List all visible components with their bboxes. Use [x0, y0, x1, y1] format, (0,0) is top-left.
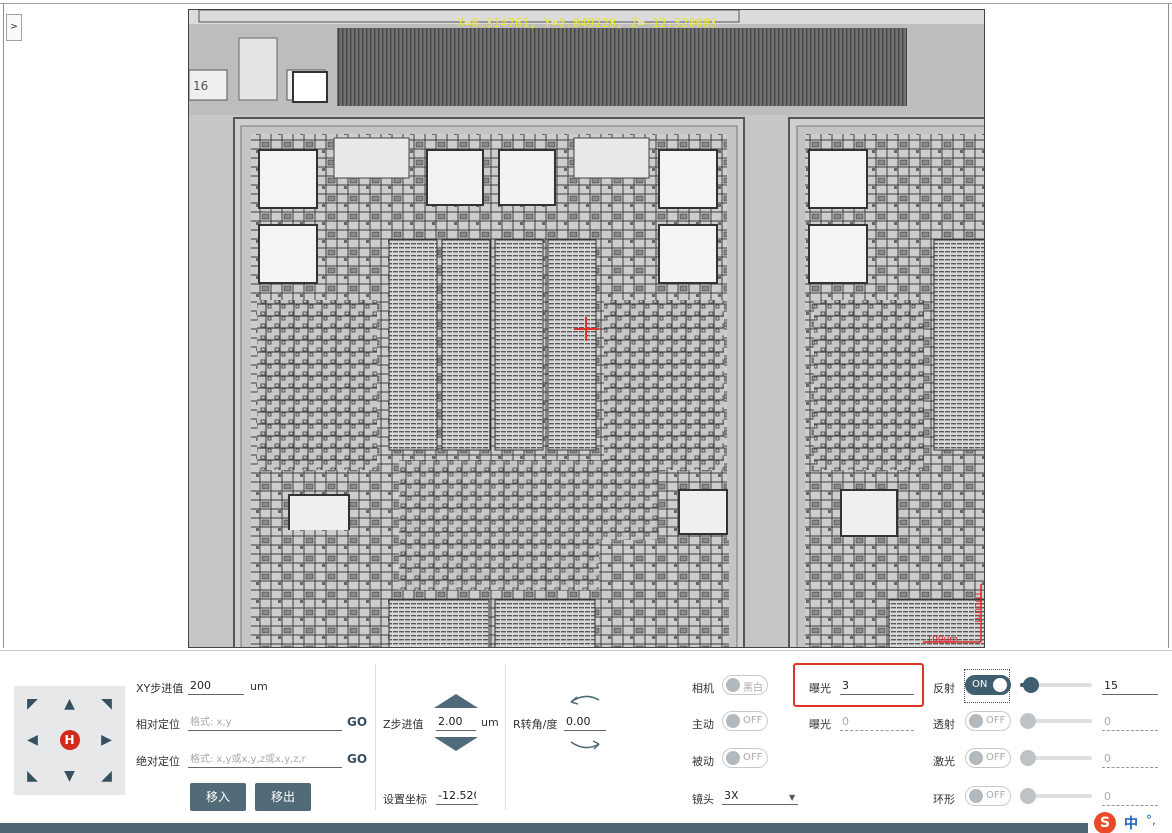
z-up-icon[interactable]	[434, 694, 478, 708]
move-down-right-icon[interactable]: ◢	[88, 758, 125, 794]
home-button[interactable]: H	[51, 722, 88, 758]
move-left-icon[interactable]: ◀	[14, 722, 51, 758]
set-coordinate-label: 设置坐标	[383, 793, 427, 806]
expand-panel-button[interactable]: >	[6, 14, 22, 41]
move-up-left-icon[interactable]: ◤	[14, 686, 51, 722]
camera-mode-text: 黑白	[743, 683, 763, 694]
move-down-icon[interactable]: ▼	[51, 758, 88, 794]
reflect-slider[interactable]	[1020, 677, 1092, 693]
ime-mode: 中	[1124, 816, 1138, 832]
lens-select[interactable]: 3X	[722, 787, 798, 805]
laser-slider[interactable]	[1020, 750, 1092, 766]
reflect-label: 反射	[933, 682, 955, 695]
xy-step-input[interactable]	[188, 677, 244, 695]
laser-label: 激光	[933, 755, 955, 768]
exposure-input-2[interactable]	[840, 713, 914, 731]
window-top-border	[0, 0, 1172, 4]
reflect-toggle[interactable]: ON	[965, 675, 1011, 695]
exposure-input[interactable]	[840, 677, 914, 695]
z-step-unit: um	[481, 716, 499, 729]
ring-toggle[interactable]: OFF	[965, 786, 1011, 806]
move-up-right-icon[interactable]: ◥	[88, 686, 125, 722]
rotate-cw-icon[interactable]	[567, 738, 603, 754]
z-step-label: Z步进值	[383, 718, 424, 731]
relative-go-button[interactable]: GO	[347, 715, 367, 729]
active-toggle-text: OFF	[743, 715, 763, 726]
transmit-toggle-text: OFF	[986, 715, 1006, 726]
xy-step-label: XY步进值	[136, 682, 184, 695]
rotate-ccw-icon[interactable]	[567, 692, 603, 708]
divider-1	[375, 664, 376, 810]
move-in-button[interactable]: 移入	[190, 783, 246, 811]
window-left-border	[3, 4, 4, 648]
absolute-go-button[interactable]: GO	[347, 752, 367, 766]
chip-image: 17 16	[189, 10, 984, 647]
move-up-icon[interactable]: ▲	[51, 686, 88, 722]
direction-pad: ◤ ▲ ◥ ◀ H ▶ ◣ ▼ ◢	[14, 686, 125, 795]
exposure-label: 曝光	[809, 682, 831, 695]
set-coordinate-input[interactable]	[436, 787, 478, 805]
move-down-left-icon[interactable]: ◣	[14, 758, 51, 794]
laser-value-input[interactable]	[1102, 750, 1158, 768]
move-right-icon[interactable]: ▶	[88, 722, 125, 758]
r-angle-label: R转角/度	[513, 718, 558, 731]
transmit-label: 透射	[933, 718, 955, 731]
z-step-input[interactable]	[436, 713, 476, 731]
active-label: 主动	[692, 718, 714, 731]
ring-label: 环形	[933, 793, 955, 806]
chip-label-16: 16	[193, 79, 208, 93]
laser-toggle[interactable]: OFF	[965, 748, 1011, 768]
home-icon: H	[59, 730, 80, 750]
ime-indicator[interactable]: S 中 °,	[1088, 810, 1172, 833]
microscope-view[interactable]: 17 16	[188, 9, 985, 648]
transmit-slider[interactable]	[1020, 713, 1092, 729]
absolute-position-label: 绝对定位	[136, 755, 180, 768]
ime-logo-icon: S	[1094, 812, 1116, 833]
active-toggle[interactable]: OFF	[722, 711, 768, 731]
lens-label: 镜头	[692, 793, 714, 806]
xy-step-unit: um	[250, 680, 268, 693]
transmit-value-input[interactable]	[1102, 713, 1158, 731]
status-bar	[0, 823, 1172, 833]
passive-toggle-text: OFF	[743, 752, 763, 763]
ring-value-input[interactable]	[1102, 788, 1158, 806]
absolute-position-input[interactable]	[188, 750, 342, 768]
ring-slider[interactable]	[1020, 788, 1092, 804]
scale-label-horizontal: 100um	[926, 635, 958, 645]
ring-toggle-text: OFF	[986, 790, 1006, 801]
move-out-button[interactable]: 移出	[255, 783, 311, 811]
z-down-icon[interactable]	[434, 737, 478, 751]
reflect-value-input[interactable]	[1102, 677, 1158, 695]
relative-position-input[interactable]	[188, 713, 342, 731]
exposure-label-2: 曝光	[809, 718, 831, 731]
r-angle-input[interactable]	[564, 713, 606, 731]
chevron-down-icon[interactable]: ▼	[789, 793, 795, 802]
coordinate-readout: X=0.314761, Y=0.049228, Z=-12.520003	[457, 16, 718, 30]
camera-mode-toggle[interactable]: 黑白	[722, 675, 768, 695]
scale-label-vertical: 100um	[972, 591, 982, 623]
laser-toggle-text: OFF	[986, 752, 1006, 763]
ime-punctuation-icon: °,	[1146, 813, 1156, 827]
app-window: > 16 X=0.314761, Y=0.049228, Z=-12.52000…	[0, 0, 1172, 833]
passive-toggle[interactable]: OFF	[722, 748, 768, 768]
camera-label: 相机	[692, 682, 714, 695]
divider-2	[505, 664, 506, 810]
transmit-toggle[interactable]: OFF	[965, 711, 1011, 731]
relative-position-label: 相对定位	[136, 718, 180, 731]
passive-label: 被动	[692, 755, 714, 768]
window-right-border	[1168, 4, 1169, 648]
reflect-toggle-text: ON	[972, 679, 988, 690]
